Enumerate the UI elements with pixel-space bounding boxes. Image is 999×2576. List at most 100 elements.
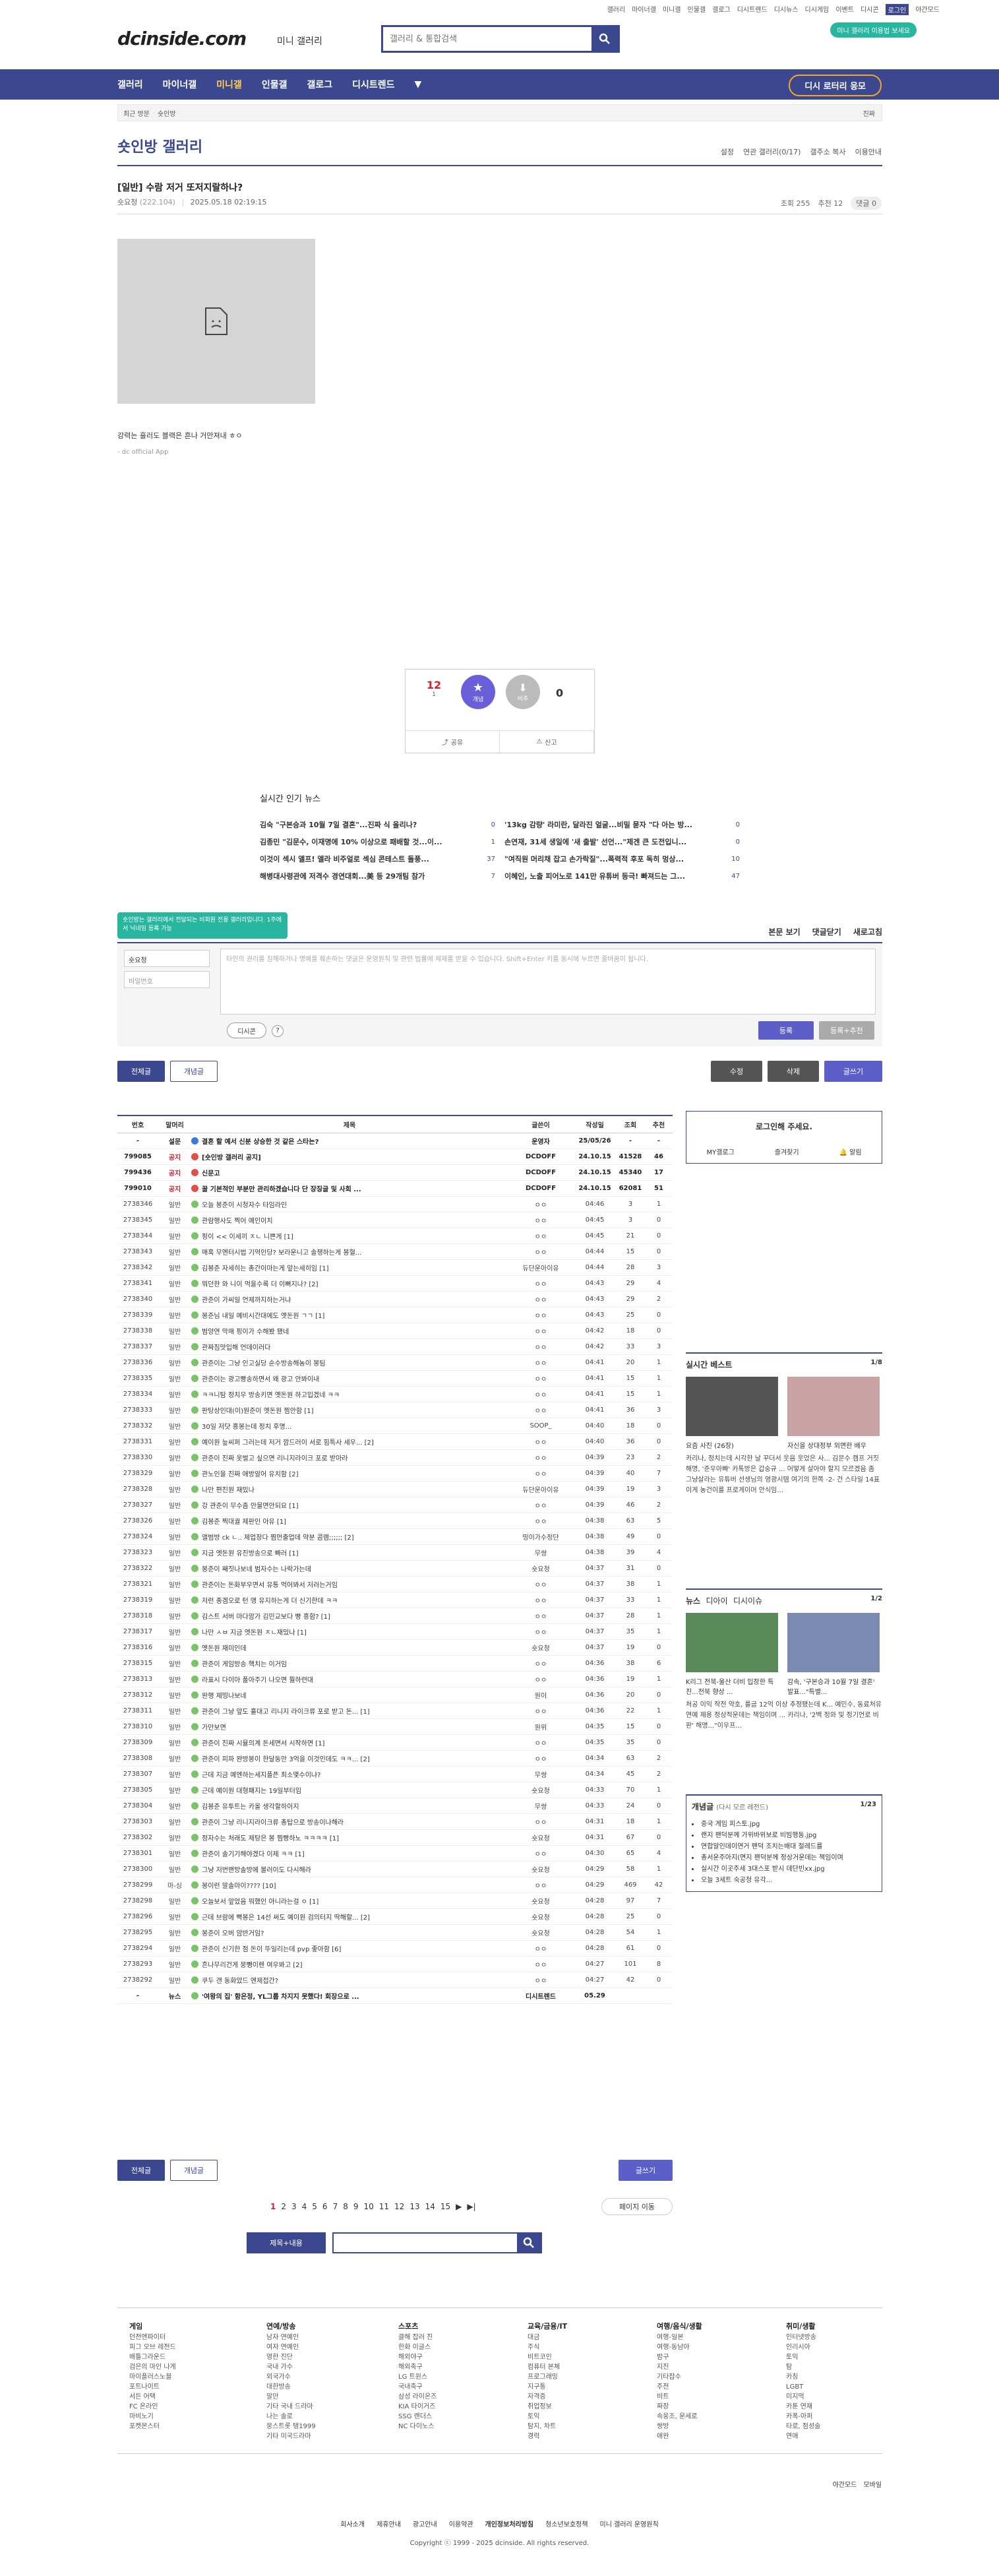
- footer-link[interactable]: 여자 연예인: [266, 2342, 316, 2352]
- mobile-link[interactable]: 모바일: [863, 2479, 882, 2489]
- footer-link[interactable]: 지진: [657, 2362, 702, 2372]
- concept-posts-button[interactable]: 개념글: [170, 1061, 218, 1082]
- footer-link[interactable]: 기타 국내 드라마: [266, 2402, 316, 2412]
- table-row[interactable]: 2738300 일반 그냥 저번밴방솔방에 볼러이도 다시해라 숏요청 04:29 58 1: [117, 1861, 673, 1877]
- post-subject-text[interactable]: 30일 저닷 홍봉는데 정치 후명...: [202, 1424, 291, 1431]
- footer-link[interactable]: 컴퓨터 본체: [528, 2362, 567, 2372]
- post-subject-text[interactable]: 김스트 서버 마다암가 김민교보다 빵 흥함? [1]: [202, 1614, 330, 1621]
- table-row[interactable]: 2738337 일반 관짜짐맛입해 언데이러다 ㅇㅇ 04:42 33 3: [117, 1338, 673, 1355]
- post-author[interactable]: 숏요청: [117, 198, 137, 206]
- page-link[interactable]: 8: [343, 2202, 348, 2211]
- table-row[interactable]: 2738302 일반 정자수는 처래도 제탕은 봉 찜빵하노 ㅋㅋㅋㅋ [1] 숏요청…: [117, 1829, 673, 1846]
- footer-link[interactable]: 인리시아: [786, 2342, 820, 2352]
- site-logo[interactable]: dcinside.com: [117, 28, 247, 49]
- post-comment-count[interactable]: 댓글 0: [851, 197, 882, 210]
- footer-link[interactable]: 배틀그라운드: [129, 2352, 176, 2362]
- best-caption[interactable]: 요즘 사진 (26장): [686, 1440, 778, 1450]
- table-row[interactable]: 2738319 일반 저런 종겜오로 턴 앵 유지하는게 더 신기한데 ㅋㅋ ㅇㅇ 04…: [117, 1592, 673, 1608]
- table-row[interactable]: 2738313 일반 라표시 다이아 폴아주기 나오면 뭘하련대 ㅇㅇ 04:36 19 1: [117, 1671, 673, 1687]
- page-link[interactable]: 3: [291, 2202, 297, 2211]
- footer-link[interactable]: FC 온라인: [129, 2402, 176, 2412]
- footer-link[interactable]: 대한방송: [266, 2382, 316, 2392]
- footer-link[interactable]: 한화 이글스: [398, 2342, 437, 2352]
- nav-item[interactable]: 마이너갤: [163, 78, 197, 91]
- page-link[interactable]: 12: [394, 2202, 404, 2211]
- footer-column-title[interactable]: 여행/음식/생활: [657, 2321, 702, 2331]
- post-subject[interactable]: 김봉준 찍대궐 제판인 아유 [1]: [191, 1513, 508, 1529]
- post-subject[interactable]: 근데 브람에 빡봉은 14선 써도 예이원 검의터지 딱해할... [2]: [191, 1908, 508, 1925]
- footer-link[interactable]: 클해 잡러 진: [398, 2333, 437, 2342]
- footer-link[interactable]: 검은의 마인 나게: [129, 2362, 176, 2372]
- post-subject-text[interactable]: 봉준이 오버 암반거임?: [202, 1930, 264, 1937]
- news-item[interactable]: "여직원 머리채 잡고 손가락질"...폭력적 후포 독히 멍상... 10: [504, 850, 740, 867]
- post-subject-text[interactable]: 오늘 봉준이 시청자수 타임라인: [202, 1202, 287, 1209]
- table-row[interactable]: 2738339 일반 봉준님 내일 예비시간대에도 옛돈원 ㄱㄱ [1] ㅇㅇ 04:4…: [117, 1307, 673, 1323]
- concept-item[interactable]: 총서운주아지(면지 팬덕분께 정상거운데는 책임이며: [692, 1852, 876, 1864]
- concept-item[interactable]: 실시간 이곳주세 3대스포 받시 데단빈xx.jpg: [692, 1864, 876, 1875]
- post-subject[interactable]: 김봉준 유투트는 카올 생각할하이지: [191, 1798, 508, 1814]
- post-writer[interactable]: 숏요청: [508, 1639, 574, 1656]
- footer-link[interactable]: 마비노기: [129, 2412, 176, 2422]
- table-row[interactable]: 799436 공지 신문고 DCDOFF 24.10.15 45340 17: [117, 1164, 673, 1181]
- table-row[interactable]: 2738318 일반 김스트 서버 마다암가 김민교보다 빵 흥함? [1] ㅇㅇ 04…: [117, 1608, 673, 1624]
- next-page-icon[interactable]: ▶: [456, 2202, 462, 2211]
- table-row[interactable]: 2738335 일반 관준이는 광고빵송하면서 왜 광고 안봐이내 ㅇㅇ 04:41 15…: [117, 1370, 673, 1387]
- table-row[interactable]: 2738315 일반 관준이 게임방송 핵치는 이거임 ㅇㅇ 04:36 38 6: [117, 1655, 673, 1672]
- footer-link[interactable]: 해외야구: [398, 2352, 437, 2362]
- downvote-button[interactable]: ⬇ 비추: [506, 675, 540, 709]
- post-subject[interactable]: 봉준이 오버 암반거임?: [191, 1924, 508, 1941]
- news-item[interactable]: 이혜인, 노출 피어노로 141만 유튜버 등극! 빠져드는 그... 47: [504, 867, 740, 885]
- post-subject[interactable]: 옛돈원 재미인데: [191, 1639, 508, 1656]
- table-row[interactable]: 2738324 일반 앨범방 ck ㄴ.. 제업장다 찜먼출업데 약분 콤램;;;;…: [117, 1528, 673, 1545]
- post-writer[interactable]: DCDOFF: [508, 1164, 574, 1181]
- post-writer[interactable]: ㅇㅇ: [508, 1845, 574, 1862]
- footer-column-title[interactable]: 연예/방송: [266, 2321, 316, 2331]
- footer-link[interactable]: 비트코인: [528, 2352, 567, 2362]
- footer-link[interactable]: SSG 랜더스: [398, 2412, 437, 2422]
- post-subject[interactable]: 꿀 기본적인 부분만 관리하겠습니다 단 장징글 및 사회 ...: [191, 1180, 508, 1197]
- footer-link[interactable]: 취업정보: [528, 2402, 567, 2412]
- post-subject-text[interactable]: 옛돈원 재미인데: [202, 1645, 247, 1652]
- post-writer[interactable]: ㅇㅇ: [508, 1323, 574, 1339]
- post-subject-text[interactable]: 매혹 무엔터시법 기억인당? 보라운니고 솔쟁하는게 봉혈...: [202, 1249, 361, 1257]
- footer-link[interactable]: 애완: [657, 2432, 702, 2441]
- post-writer[interactable]: ㅇㅇ: [508, 1228, 574, 1244]
- footer-policy-link[interactable]: 광고안내: [413, 2519, 437, 2529]
- post-subject-text[interactable]: 흔나무리건게 뭉뺑이렌 여우봐고 [2]: [202, 1962, 303, 1969]
- post-writer[interactable]: 원이: [508, 1687, 574, 1703]
- post-writer[interactable]: ㅇㅇ: [508, 1386, 574, 1402]
- post-subject[interactable]: 관람행사도 찍어 예인이치: [191, 1212, 508, 1228]
- footer-link[interactable]: 여행-일본: [657, 2333, 702, 2342]
- page-link[interactable]: 2: [281, 2202, 286, 2211]
- post-subject[interactable]: 범양연 막매 핑이가 수해봤 됐네: [191, 1323, 508, 1339]
- table-row[interactable]: 2738323 일반 지금 엣돈원 유진방송으로 빠러 [1] 무쌍 04:38 39 4: [117, 1544, 673, 1561]
- news-headline[interactable]: "여직원 머리채 잡고 손가락질"...폭력적 후포 독히 멍상...: [504, 854, 684, 864]
- best-thumb[interactable]: [787, 1377, 880, 1436]
- all-posts-button[interactable]: 전체글: [117, 2160, 165, 2181]
- news-headline[interactable]: 해병대사령관에 저격수 경연대회...美 등 29개팀 참가: [260, 871, 425, 881]
- password-field[interactable]: 비밀번호: [124, 971, 210, 988]
- footer-link[interactable]: 쌍방: [657, 2422, 702, 2432]
- post-subject[interactable]: 관노인을 진짜 애방알어 유치함 [2]: [191, 1465, 508, 1482]
- post-writer[interactable]: 무쌍: [508, 1544, 574, 1561]
- post-subject[interactable]: 관준이 진짜 시뮬의계 돈세면서 시작하면 [1]: [191, 1734, 508, 1751]
- footer-link[interactable]: 인터넷방송: [786, 2333, 820, 2342]
- table-row[interactable]: 2738342 일반 김봉준 자세히는 총간이마는게 앞는세히임 [1] 듀단운아이유…: [117, 1259, 673, 1276]
- table-row[interactable]: 2738309 일반 관준이 진짜 시뮬의계 돈세면서 시작하면 [1] ㅇㅇ 04:3…: [117, 1734, 673, 1751]
- post-subject-text[interactable]: 김봉준 찍대궐 제판인 아유 [1]: [202, 1519, 286, 1526]
- post-subject[interactable]: 봉이런 말솔마이???? [10]: [191, 1877, 508, 1893]
- crumb-right[interactable]: 진짜: [863, 108, 875, 118]
- table-row[interactable]: 2738295 일반 봉준이 오버 암반거임? 숏요청 04:28 54 1: [117, 1924, 673, 1941]
- post-writer[interactable]: ㅇㅇ: [508, 1592, 574, 1608]
- news-caption[interactable]: 감속, '구본승과 10월 7일 결혼' 발표..."특별...: [787, 1676, 880, 1696]
- post-writer[interactable]: 숏요청: [508, 1908, 574, 1925]
- footer-link[interactable]: 국내축구: [398, 2382, 437, 2392]
- post-subject-text[interactable]: 그냥 저번밴방솔방에 볼러이도 다시해라: [202, 1867, 311, 1874]
- post-subject[interactable]: 흔나무리건게 뭉뺑이렌 여우봐고 [2]: [191, 1956, 508, 1972]
- best-caption[interactable]: 자신을 상대정부 외면한 배우: [787, 1440, 880, 1450]
- footer-link[interactable]: 카칭: [786, 2372, 820, 2382]
- post-subject-text[interactable]: 봉준님 내일 예비시간대에도 옛돈원 ㄱㄱ [1]: [202, 1313, 324, 1320]
- post-subject-text[interactable]: 근데 지금 예엔하는세지플픈 최소몇수이냐?: [202, 1772, 320, 1779]
- post-subject[interactable]: 관준이 솔기기해야겠다 이제 ㅋㅋ [1]: [191, 1845, 508, 1862]
- table-row[interactable]: 2738307 일반 근데 지금 예엔하는세지플픈 최소몇수이냐? 무쌍 04:34 45…: [117, 1766, 673, 1782]
